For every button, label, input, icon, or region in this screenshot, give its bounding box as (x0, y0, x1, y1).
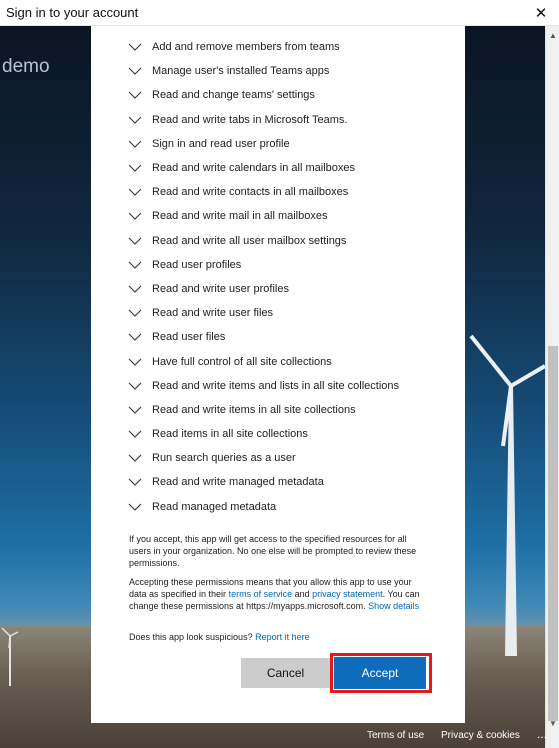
permission-item[interactable]: Read managed metadata (127, 495, 457, 519)
consent-text: If you accept, this app will get access … (129, 534, 417, 568)
chevron-down-icon (128, 406, 142, 414)
permission-item[interactable]: Read and change teams' settings (127, 83, 457, 107)
scroll-up-icon[interactable]: ▲ (546, 28, 559, 42)
chevron-down-icon (128, 285, 142, 293)
chevron-down-icon (128, 188, 142, 196)
page-scrollbar[interactable]: ▲ ▼ (545, 26, 559, 748)
terms-of-service-link[interactable]: terms of service (229, 589, 293, 599)
permission-label: Read user profiles (152, 258, 242, 271)
window-titlebar: Sign in to your account ✕ (0, 0, 559, 26)
chevron-down-icon (128, 92, 142, 100)
organization-name: demo (2, 56, 50, 77)
permission-item[interactable]: Run search queries as a user (127, 446, 457, 470)
chevron-down-icon (128, 213, 142, 221)
wind-turbine-icon (465, 326, 545, 656)
chevron-down-icon (128, 164, 142, 172)
permission-label: Read and write managed metadata (152, 476, 324, 489)
permission-item[interactable]: Read and write calendars in all mailboxe… (127, 156, 457, 180)
chevron-down-icon (128, 382, 142, 390)
permission-label: Read and write user files (152, 307, 274, 320)
permission-item[interactable]: Read user files (127, 325, 457, 349)
permission-item[interactable]: Read and write tabs in Microsoft Teams. (127, 108, 457, 132)
permission-label: Run search queries as a user (152, 452, 296, 465)
chevron-down-icon (128, 503, 142, 511)
permission-item[interactable]: Read and write user profiles (127, 277, 457, 301)
chevron-down-icon (128, 358, 142, 366)
suspicious-notice: Does this app look suspicious? Report it… (129, 631, 429, 643)
scroll-down-icon[interactable]: ▼ (546, 716, 559, 730)
permission-item[interactable]: Have full control of all site collection… (127, 349, 457, 373)
permission-label: Read items in all site collections (152, 428, 308, 441)
permission-label: Read and write all user mailbox settings (152, 234, 347, 247)
more-options-icon[interactable]: ... (537, 727, 547, 741)
permission-item[interactable]: Read and write contacts in all mailboxes (127, 180, 457, 204)
chevron-down-icon (128, 479, 142, 487)
wind-turbine-small-icon (0, 626, 20, 686)
consent-dialog: Add and remove members from teams Manage … (91, 26, 465, 723)
chevron-down-icon (128, 333, 142, 342)
permissions-list: Add and remove members from teams Manage … (127, 35, 457, 519)
permission-label: Read and write items and lists in all si… (152, 379, 400, 392)
permission-label: Read and write user profiles (152, 282, 289, 295)
permission-label: Sign in and read user profile (152, 137, 290, 150)
permission-label: Add and remove members from teams (152, 41, 340, 54)
report-link[interactable]: Report it here (255, 632, 310, 642)
permission-item[interactable]: Read items in all site collections (127, 422, 457, 446)
terms-of-use-link[interactable]: Terms of use (367, 730, 424, 741)
permission-item[interactable]: Read and write user files (127, 301, 457, 325)
chevron-down-icon (128, 261, 142, 269)
accept-notice: Accepting these permissions means that y… (129, 576, 429, 612)
chevron-down-icon (128, 43, 142, 51)
permission-label: Have full control of all site collection… (152, 355, 332, 368)
chevron-down-icon (128, 67, 142, 76)
permission-label: Read and write mail in all mailboxes (152, 210, 328, 223)
permission-item[interactable]: Read and write items in all site collect… (127, 398, 457, 422)
chevron-down-icon (128, 454, 142, 463)
permission-label: Read and change teams' settings (152, 89, 315, 102)
permission-label: Read and write tabs in Microsoft Teams. (152, 113, 348, 126)
permission-label: Read and write items in all site collect… (152, 403, 356, 416)
permission-item[interactable]: Sign in and read user profile (127, 132, 457, 156)
permission-label: Read and write calendars in all mailboxe… (152, 162, 355, 175)
scrollbar-thumb[interactable] (548, 346, 558, 721)
permission-label: Manage user's installed Teams apps (152, 65, 330, 78)
chevron-down-icon (128, 140, 142, 148)
permission-label: Read managed metadata (152, 500, 277, 513)
accept-button[interactable]: Accept (334, 657, 426, 689)
permission-item[interactable]: Manage user's installed Teams apps (127, 59, 457, 83)
cancel-button[interactable]: Cancel (241, 658, 330, 688)
suspicious-text: Does this app look suspicious? (129, 632, 256, 642)
permission-item[interactable]: Read and write all user mailbox settings (127, 229, 457, 253)
privacy-statement-link[interactable]: privacy statement (312, 589, 383, 599)
consent-notice: If you accept, this app will get access … (129, 533, 429, 569)
permission-item[interactable]: Read and write items and lists in all si… (127, 374, 457, 398)
permission-label: Read and write contacts in all mailboxes (152, 186, 349, 199)
privacy-cookies-link[interactable]: Privacy & cookies (441, 730, 520, 741)
show-details-link[interactable]: Show details (368, 601, 419, 611)
close-icon[interactable]: ✕ (523, 0, 559, 26)
permission-item[interactable]: Read and write managed metadata (127, 470, 457, 494)
chevron-down-icon (128, 237, 142, 245)
chevron-down-icon (128, 116, 142, 124)
chevron-down-icon (128, 309, 142, 317)
permission-item[interactable]: Add and remove members from teams (127, 35, 457, 59)
and-text: and (292, 589, 313, 599)
window-title: Sign in to your account (6, 5, 139, 20)
chevron-down-icon (128, 430, 142, 438)
permission-item[interactable]: Read user profiles (127, 253, 457, 277)
permission-label: Read user files (152, 331, 226, 344)
permission-item[interactable]: Read and write mail in all mailboxes (127, 204, 457, 228)
